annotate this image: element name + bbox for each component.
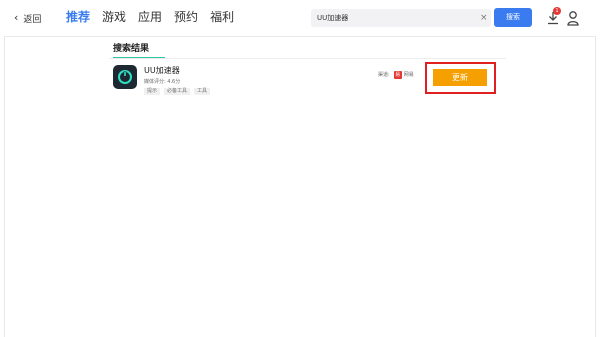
divider bbox=[109, 58, 506, 59]
app-rating: 媒体评分: 4.6分 bbox=[144, 79, 181, 85]
top-bar: ‹ 返回 推荐 游戏 应用 预约 福利 UU加速器 × 搜索 1 bbox=[0, 0, 600, 36]
user-icon[interactable] bbox=[566, 10, 580, 26]
channel-info: 渠道: 易 网易 bbox=[378, 71, 414, 79]
app-tag: 提示 bbox=[144, 88, 161, 95]
app-name: UU加速器 bbox=[144, 66, 180, 75]
search-value: UU加速器 bbox=[317, 14, 349, 22]
app-tags: 提示 必备工具 工具 bbox=[144, 88, 214, 95]
search-input[interactable]: UU加速器 × bbox=[311, 9, 491, 27]
app-tag: 必备工具 bbox=[164, 88, 191, 95]
nav-tab-welfare[interactable]: 福利 bbox=[210, 8, 234, 26]
search-button[interactable]: 搜索 bbox=[494, 8, 532, 27]
nav-tab-recommend[interactable]: 推荐 bbox=[66, 8, 90, 26]
back-label: 返回 bbox=[23, 14, 42, 25]
power-ring-icon bbox=[118, 70, 132, 84]
clear-icon[interactable]: × bbox=[480, 12, 488, 24]
app-logo bbox=[113, 65, 137, 89]
back-button[interactable]: ‹ 返回 bbox=[14, 11, 41, 25]
nav-tab-apps[interactable]: 应用 bbox=[138, 8, 162, 26]
main-nav: 推荐 游戏 应用 预约 福利 bbox=[66, 8, 246, 26]
netease-icon: 易 bbox=[393, 71, 402, 79]
download-badge: 1 bbox=[553, 7, 561, 15]
nav-tab-reserve[interactable]: 预约 bbox=[174, 8, 198, 26]
nav-tab-games[interactable]: 游戏 bbox=[102, 8, 126, 26]
app-tag: 工具 bbox=[194, 88, 211, 95]
channel-label: 渠道: bbox=[378, 72, 390, 78]
update-button[interactable]: 更新 bbox=[433, 69, 487, 86]
content-panel: 搜索结果 UU加速器 媒体评分: 4.6分 提示 必备工具 工具 渠道: 易 网… bbox=[4, 36, 596, 337]
channel-name: 网易 bbox=[403, 72, 414, 78]
chevron-left-icon: ‹ bbox=[14, 11, 19, 24]
search-results-title: 搜索结果 bbox=[113, 44, 150, 54]
